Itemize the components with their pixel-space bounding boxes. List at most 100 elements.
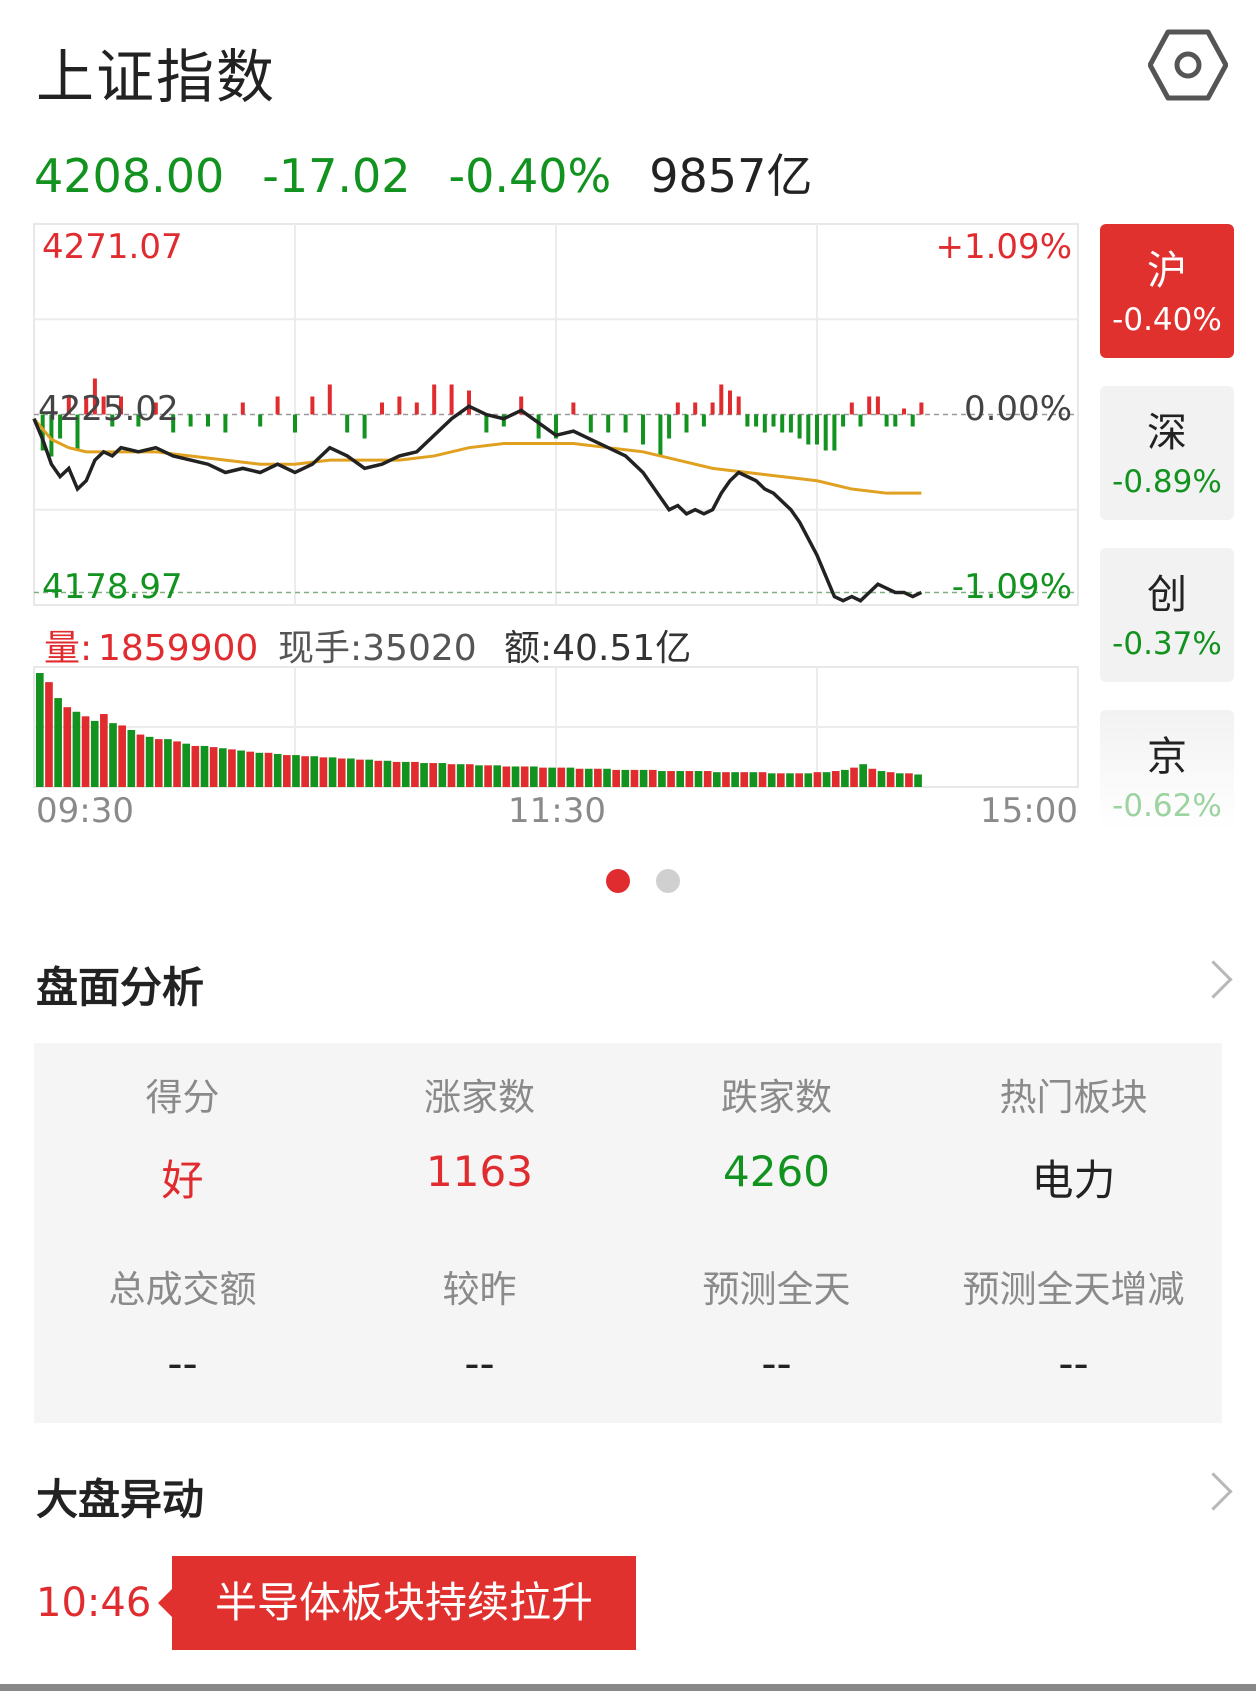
volume-bar	[45, 682, 53, 787]
tab-shanghai[interactable]: 沪 -0.40%	[1100, 224, 1234, 358]
volume-bar	[584, 768, 593, 787]
cell-value: --	[761, 1339, 792, 1388]
breadth-bar	[762, 414, 767, 433]
breadth-bar	[362, 414, 367, 439]
breadth-bar	[223, 414, 228, 433]
tab-chinext[interactable]: 创 -0.37%	[1100, 548, 1234, 682]
breadth-bar	[701, 414, 706, 427]
intraday-chart[interactable]: 4271.07 4225.02 4178.97 +1.09% 0.00% -1.…	[0, 0, 1256, 900]
breadth-bar	[771, 414, 776, 427]
analysis-cell-hot-sector[interactable]: 热门板块 电力	[925, 1067, 1222, 1208]
analysis-chevron-icon[interactable]	[1194, 960, 1233, 999]
analysis-cell-forecast[interactable]: 预测全天 --	[628, 1259, 925, 1388]
volume-bar	[337, 758, 346, 787]
volume-bar	[539, 767, 547, 787]
breadth-bar	[719, 384, 724, 415]
volume-bar	[703, 771, 712, 787]
breadth-bar	[293, 414, 297, 433]
cell-label: 得分	[145, 1076, 220, 1119]
volume-bar	[100, 714, 108, 787]
hand-label: 现手:35020	[278, 628, 477, 669]
volume-bar	[365, 759, 373, 787]
tab-shenzhen[interactable]: 深 -0.89%	[1100, 386, 1234, 520]
analysis-title[interactable]: 盘面分析	[36, 954, 204, 1015]
volume-bar	[328, 757, 337, 787]
breadth-bar	[606, 414, 611, 433]
volume-bar	[127, 730, 136, 787]
volume-bar	[868, 768, 877, 787]
cell-label: 预测全天增减	[962, 1268, 1185, 1311]
breadth-bar	[397, 396, 402, 415]
page-dot-2[interactable]	[656, 869, 680, 893]
movement-chevron-icon[interactable]	[1194, 1472, 1233, 1511]
volume-bar	[575, 768, 584, 787]
volume-bar	[301, 756, 309, 787]
volume-bar	[465, 764, 474, 787]
volume-bar	[566, 767, 575, 787]
breadth-bar	[206, 414, 210, 427]
analysis-cell-forecast-change[interactable]: 预测全天增减 --	[925, 1259, 1222, 1388]
breadth-bar	[754, 414, 759, 427]
volume-bar	[173, 741, 181, 787]
cell-value: 4260	[723, 1147, 830, 1196]
volume-bar	[447, 764, 456, 787]
volume-bar	[356, 759, 364, 787]
movement-event-bubble[interactable]: 半导体板块持续拉升	[158, 1556, 636, 1650]
volume-bar	[694, 771, 703, 787]
tab-beijing[interactable]: 京 -0.62%	[1100, 710, 1234, 830]
page-dot-1[interactable]	[606, 869, 630, 893]
tab-beijing-pct: -0.62%	[1112, 788, 1222, 824]
volume-bar	[530, 766, 538, 787]
breadth-bar	[849, 402, 854, 415]
volume-bar	[90, 720, 99, 787]
avg-price-line	[32, 417, 922, 495]
breadth-bar	[380, 402, 384, 415]
analysis-cell-vs-yesterday[interactable]: 较昨 --	[331, 1259, 628, 1388]
movement-title[interactable]: 大盘异动	[36, 1466, 204, 1527]
bottom-edge	[0, 1684, 1256, 1691]
volume-bar	[484, 765, 492, 787]
tab-chinext-name: 创	[1147, 572, 1187, 618]
volume-bar	[81, 716, 90, 787]
volume-bar	[758, 772, 767, 787]
volume-bar	[648, 769, 657, 787]
cell-label: 涨家数	[424, 1076, 535, 1119]
breadth-bar	[432, 384, 437, 415]
analysis-cell-decliners[interactable]: 跌家数 4260	[628, 1067, 925, 1196]
breadth-bar	[728, 390, 732, 415]
breadth-bar	[902, 408, 906, 415]
volume-bar	[273, 753, 282, 787]
cell-value: --	[464, 1339, 495, 1388]
analysis-cell-advancers[interactable]: 涨家数 1163	[331, 1067, 628, 1196]
volume-bar	[475, 765, 483, 787]
volume-bar	[493, 765, 502, 787]
volume-bar	[850, 767, 858, 787]
breadth-bar	[623, 414, 628, 433]
volume-bar	[283, 755, 291, 787]
analysis-cell-total-amount[interactable]: 总成交额 --	[34, 1259, 331, 1388]
breadth-bar	[858, 414, 863, 427]
volume-bar	[118, 725, 126, 787]
volume-bar	[319, 757, 328, 787]
volume-bar	[749, 772, 758, 787]
tab-shanghai-name: 沪	[1147, 248, 1187, 294]
breadth-bar	[875, 396, 880, 415]
volume-value: 1859900	[98, 628, 258, 669]
volume-bar	[859, 764, 868, 787]
volume-bar	[777, 773, 785, 787]
tab-shanghai-pct: -0.40%	[1112, 302, 1222, 338]
volume-bar	[786, 773, 794, 787]
volume-bar	[200, 745, 209, 787]
volume-bar	[712, 772, 721, 787]
volume-bar	[621, 769, 630, 787]
breadth-bar	[414, 402, 419, 415]
breadth-bar	[310, 396, 315, 415]
volume-bar	[905, 773, 913, 787]
volume-bar	[209, 747, 218, 787]
cell-value: --	[1058, 1339, 1089, 1388]
analysis-cell-score[interactable]: 得分 好	[34, 1067, 331, 1208]
volume-bar	[639, 769, 648, 787]
volume-bar	[658, 771, 666, 787]
breadth-bar	[571, 402, 576, 415]
breadth-bar	[641, 414, 645, 445]
